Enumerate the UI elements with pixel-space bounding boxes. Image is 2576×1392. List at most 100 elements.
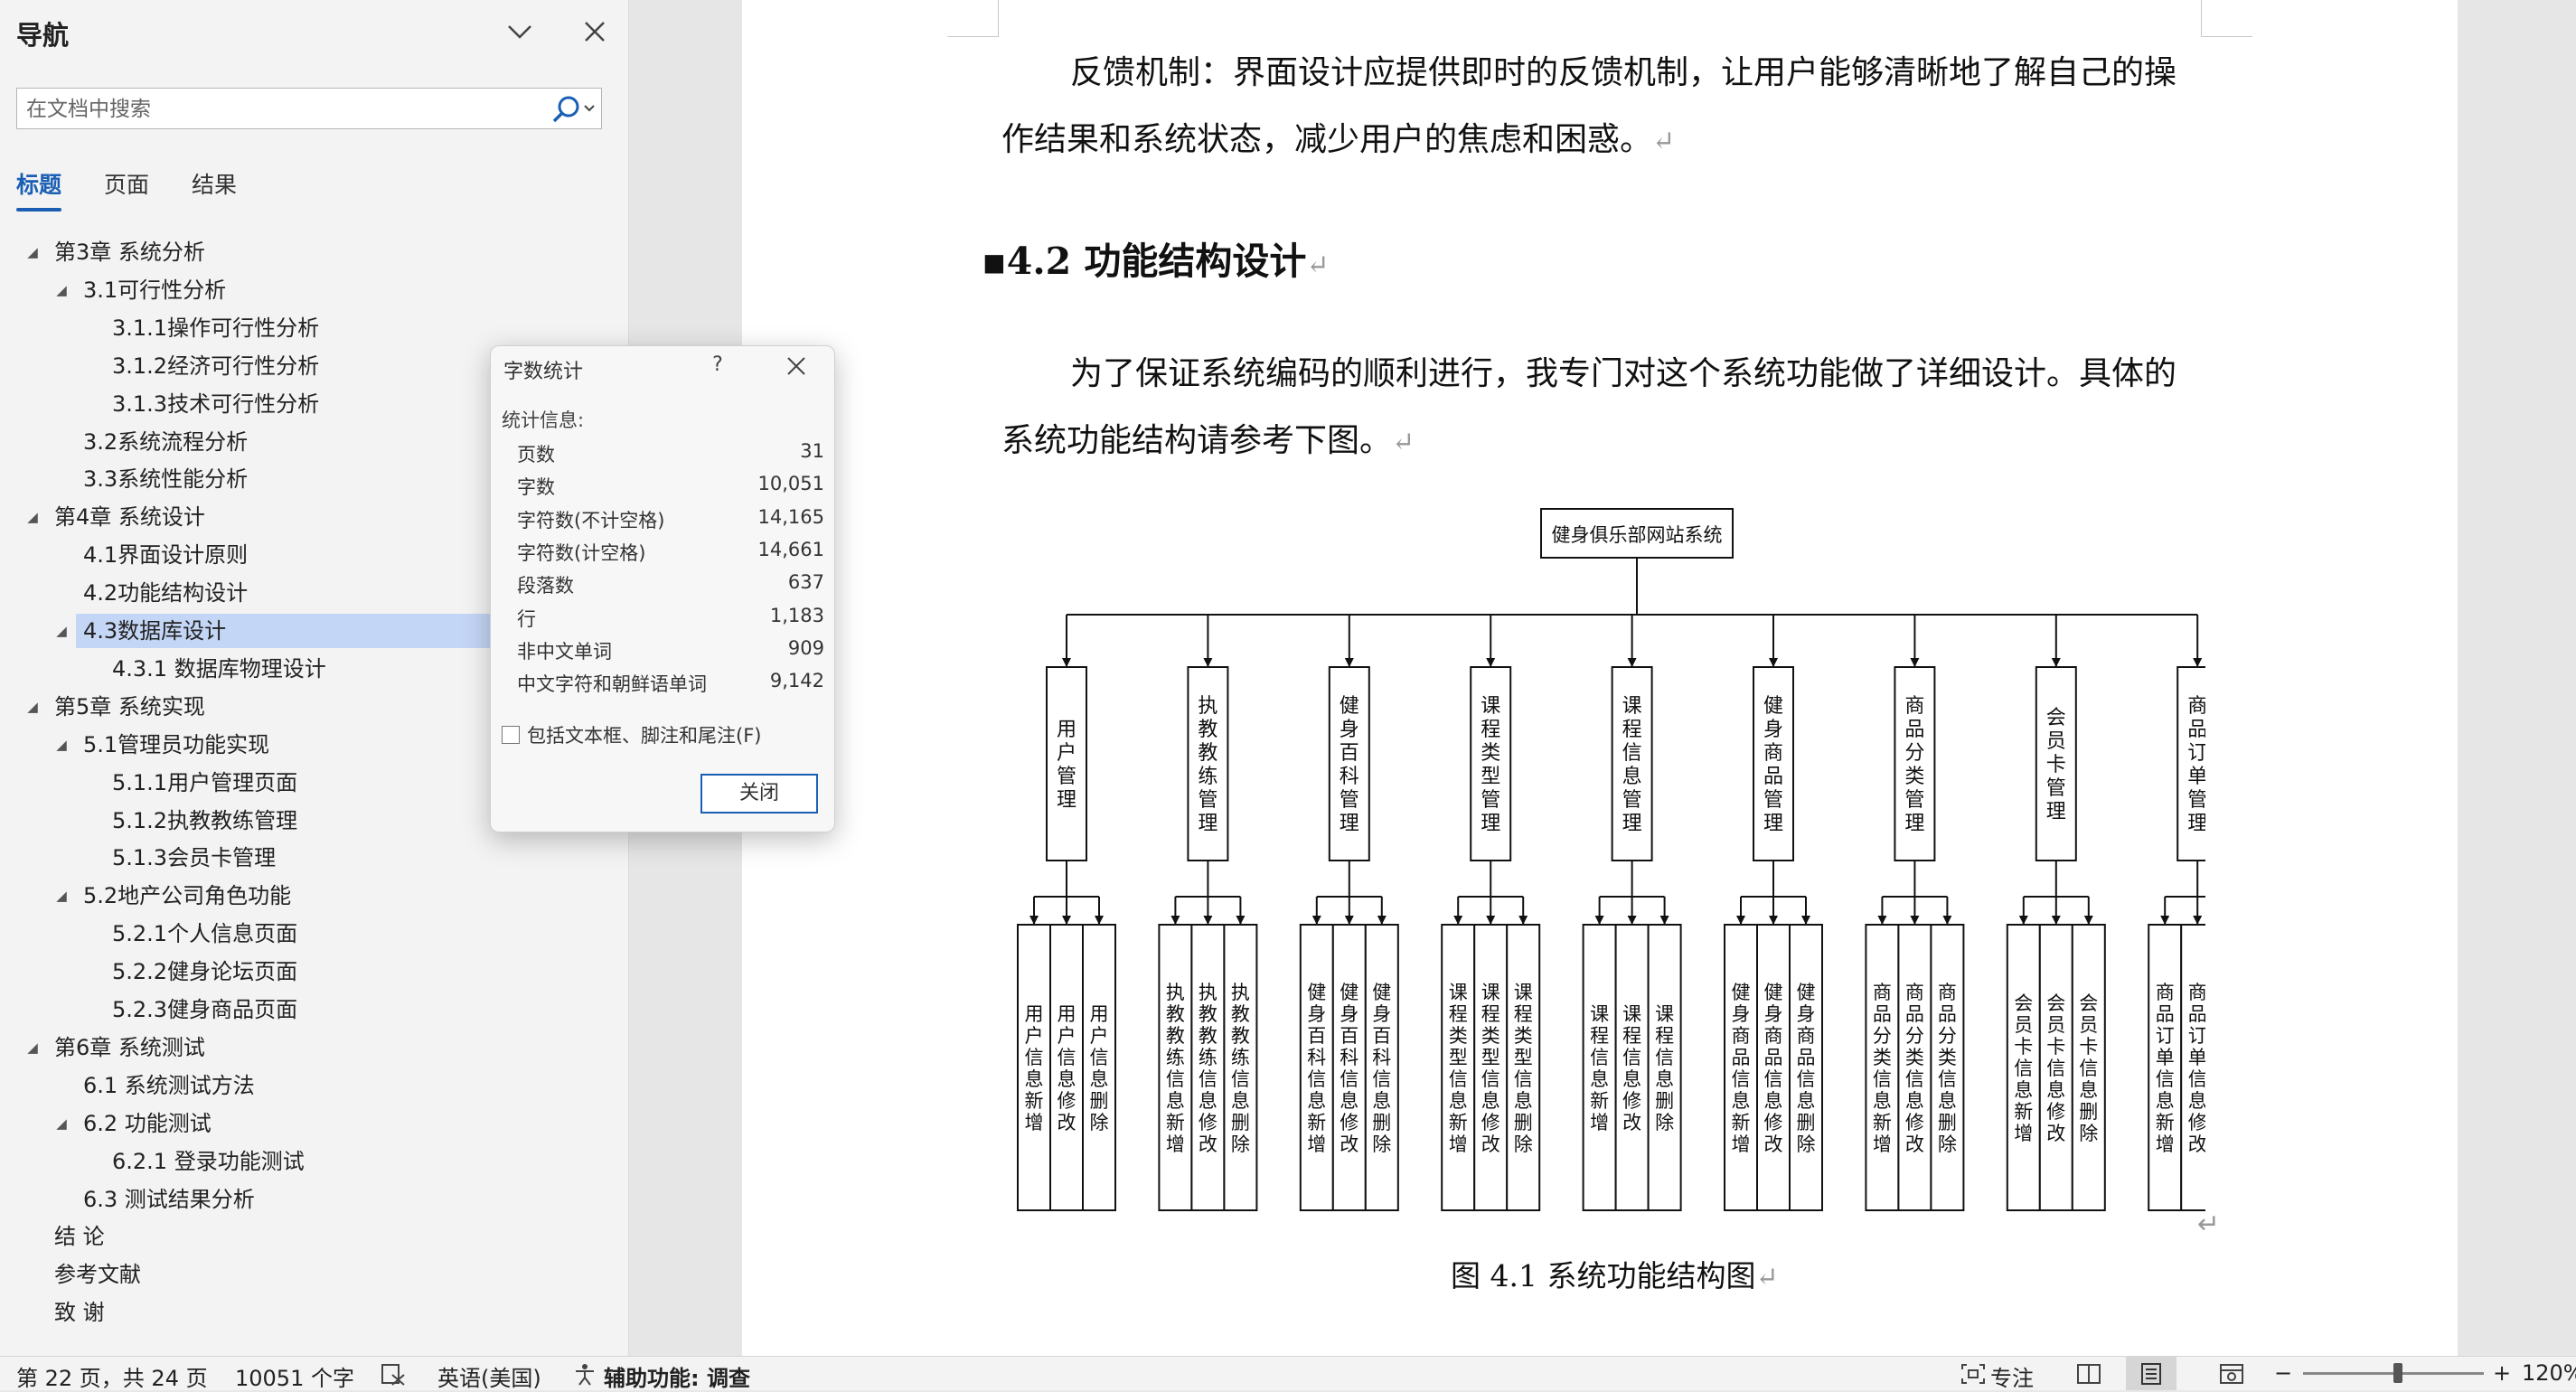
nav-heading-item[interactable]: 4.2功能结构设计 <box>83 576 248 610</box>
tab-headings[interactable]: 标题 <box>16 167 61 200</box>
leaf-label: 修 <box>1340 1112 1359 1133</box>
focus-mode-label[interactable]: 专注 <box>1990 1360 2034 1392</box>
zoom-in-button[interactable]: + <box>2493 1360 2511 1386</box>
leaf-label: 教 <box>1199 1003 1217 1025</box>
expand-triangle-icon[interactable]: ◢ <box>52 728 71 762</box>
nav-options-chevron-icon[interactable] <box>499 11 541 52</box>
nav-heading-item[interactable]: 6.1 系统测试方法 <box>83 1068 255 1103</box>
nav-heading-item[interactable]: 5.2.2健身论坛页面 <box>112 955 297 989</box>
expand-triangle-icon[interactable]: ◢ <box>24 1030 42 1065</box>
checkbox-label: 包括文本框、脚注和尾注(F) <box>527 725 762 747</box>
read-mode-icon[interactable] <box>2075 1362 2102 1386</box>
nav-heading-label: 第3章 系统分析 <box>54 240 205 265</box>
nav-heading-item[interactable]: 5.2.3健身商品页面 <box>112 992 297 1027</box>
arrow-head <box>1062 658 1071 667</box>
leaf-label: 教 <box>1231 1003 1250 1025</box>
leaf-label: 百 <box>1307 1025 1326 1047</box>
leaf-label: 息 <box>2046 1079 2065 1101</box>
page-count[interactable]: 第 22 页，共 24 页 <box>16 1360 208 1392</box>
language-indicator[interactable]: 英语(美国) <box>437 1360 541 1392</box>
leaf-label: 品 <box>1764 1047 1783 1068</box>
nav-heading-item[interactable]: ◢ 第4章 系统设计 <box>27 500 205 534</box>
nav-heading-item[interactable]: 参考文献 <box>54 1257 141 1292</box>
stat-row: 中文字符和朝鲜语单词 9,142 <box>517 670 824 702</box>
accessibility-icon[interactable] <box>571 1362 598 1386</box>
nav-heading-item[interactable]: ◢ 第6章 系统测试 <box>27 1030 205 1065</box>
help-icon[interactable]: ? <box>704 353 731 381</box>
zoom-out-button[interactable]: − <box>2274 1360 2292 1386</box>
leaf-label: 品 <box>1732 1047 1751 1068</box>
leaf-label: 息 <box>1905 1090 1924 1112</box>
leaf-label: 改 <box>1905 1133 1924 1155</box>
nav-heading-item[interactable]: ◢ 第3章 系统分析 <box>27 235 205 269</box>
nav-heading-item[interactable]: ◢ 3.1可行性分析 <box>56 273 226 307</box>
nav-heading-item[interactable]: 3.1.2经济可行性分析 <box>112 349 319 383</box>
stat-label: 字数 <box>517 476 555 499</box>
nav-search-input[interactable] <box>24 92 543 127</box>
nav-heading-item[interactable]: ◢ 6.2 功能测试 <box>56 1106 212 1141</box>
expand-triangle-icon[interactable]: ◢ <box>24 500 42 534</box>
expand-triangle-icon[interactable]: ◢ <box>52 1106 71 1141</box>
dialog-close-icon[interactable] <box>780 350 813 382</box>
nav-heading-item[interactable]: 5.1.1用户管理页面 <box>112 766 297 800</box>
web-layout-icon[interactable] <box>2218 1362 2245 1386</box>
module-label: 理 <box>2187 813 2205 835</box>
leaf-label: 户 <box>1025 1025 1044 1047</box>
expand-triangle-icon[interactable]: ◢ <box>52 273 71 307</box>
tab-pages[interactable]: 页面 <box>104 167 149 200</box>
focus-mode-icon[interactable] <box>1960 1362 1987 1386</box>
stat-value: 1,183 <box>769 604 824 626</box>
leaf-label: 新 <box>1449 1112 1468 1133</box>
include-textboxes-checkbox[interactable]: 包括文本框、脚注和尾注(F) <box>502 721 761 748</box>
module-label: 员 <box>2046 730 2066 753</box>
nav-heading-item[interactable]: 6.3 测试结果分析 <box>83 1182 255 1217</box>
nav-heading-item[interactable]: ◢ 5.2地产公司角色功能 <box>56 879 292 913</box>
nav-heading-item[interactable]: ◢ 5.1管理员功能实现 <box>56 728 269 762</box>
leaf-label: 商 <box>1938 982 1957 1003</box>
nav-heading-item[interactable]: 3.1.3技术可行性分析 <box>112 387 319 421</box>
nav-heading-item[interactable]: ◢ 第5章 系统实现 <box>27 690 205 724</box>
module-label: 型 <box>1481 766 1500 788</box>
nav-heading-label: 5.2地产公司角色功能 <box>83 883 292 909</box>
nav-heading-label: 4.2功能结构设计 <box>83 580 249 607</box>
expand-triangle-icon[interactable]: ◢ <box>24 690 42 724</box>
proofing-icon[interactable] <box>380 1362 407 1386</box>
leaf-label: 息 <box>1655 1068 1674 1090</box>
accessibility-status[interactable]: 辅助功能: 调查 <box>604 1360 750 1392</box>
stat-label: 非中文单词 <box>517 640 612 663</box>
expand-triangle-icon[interactable]: ◢ <box>52 614 71 648</box>
nav-heading-item[interactable]: 4.1界面设计原则 <box>83 538 248 572</box>
print-layout-icon[interactable] <box>2138 1362 2165 1386</box>
nav-heading-item[interactable]: 结 论 <box>54 1219 105 1254</box>
leaf-label: 息 <box>1199 1090 1217 1112</box>
arrow-head <box>1942 916 1952 925</box>
arrow-head <box>1910 658 1920 667</box>
nav-heading-item[interactable]: 5.1.3会员卡管理 <box>112 841 276 875</box>
leaf-label: 商 <box>1764 1025 1783 1047</box>
leaf-label: 会 <box>2046 992 2065 1014</box>
nav-close-icon[interactable] <box>574 11 616 52</box>
close-button[interactable]: 关闭 <box>700 774 818 814</box>
checkbox-box[interactable] <box>502 726 520 744</box>
word-count[interactable]: 10051 个字 <box>235 1360 354 1392</box>
nav-heading-item[interactable]: 致 谢 <box>54 1295 105 1330</box>
tab-results[interactable]: 结果 <box>192 167 237 200</box>
nav-heading-item[interactable]: 3.3系统性能分析 <box>83 462 248 496</box>
module-label: 单 <box>2187 766 2205 788</box>
leaf-label: 新 <box>1873 1112 1892 1133</box>
nav-heading-item[interactable]: 4.3.1 数据库物理设计 <box>112 652 326 686</box>
nav-heading-item[interactable]: 6.2.1 登录功能测试 <box>112 1144 305 1179</box>
expand-triangle-icon[interactable]: ◢ <box>52 879 71 913</box>
zoom-slider-thumb[interactable] <box>2393 1363 2402 1383</box>
zoom-level[interactable]: 120% <box>2522 1360 2576 1386</box>
expand-triangle-icon[interactable]: ◢ <box>24 235 42 269</box>
nav-heading-item[interactable]: 5.2.1个人信息页面 <box>112 917 297 951</box>
nav-heading-item[interactable]: 5.1.2执教教练管理 <box>112 804 297 838</box>
leaf-label: 类 <box>1938 1047 1957 1068</box>
module-label: 品 <box>2187 719 2205 741</box>
nav-heading-item[interactable]: 3.1.1操作可行性分析 <box>112 311 319 345</box>
search-icon[interactable] <box>549 93 597 126</box>
arrow-head <box>1486 658 1496 667</box>
nav-heading-item[interactable]: 3.2系统流程分析 <box>83 425 248 459</box>
leaf-label: 息 <box>1797 1090 1816 1112</box>
